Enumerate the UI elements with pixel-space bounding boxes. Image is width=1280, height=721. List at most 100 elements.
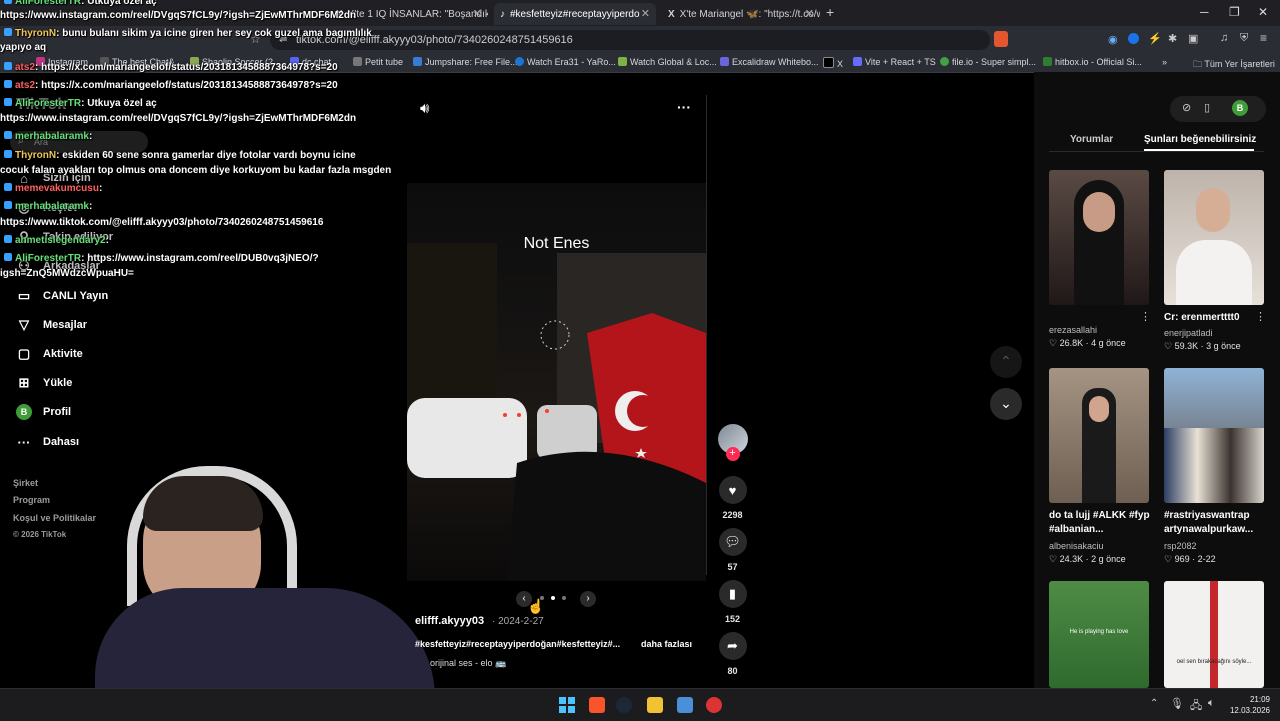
close-icon[interactable]: ✕	[641, 7, 650, 20]
microphone-icon[interactable]: 🎙︎	[1170, 697, 1184, 710]
more-caption-button[interactable]: daha fazlası	[641, 639, 692, 649]
video-card-thumbnail[interactable]: oel sen bırakacağını söyle...	[1164, 581, 1264, 688]
bookmark-item[interactable]: Vite + React + TS	[853, 57, 936, 67]
chat-text: https://www.instagram.com/reel/DVgqS7fCL…	[0, 10, 357, 21]
follow-plus-icon[interactable]: +	[725, 447, 740, 461]
avatar: B	[16, 404, 32, 420]
card-username[interactable]: enerjipatladi	[1164, 328, 1213, 338]
new-tab-icon[interactable]: +	[826, 4, 834, 20]
bookmark-item[interactable]: X	[823, 57, 843, 69]
post-photo[interactable]: Not Enes	[407, 183, 706, 581]
carousel-dot-active[interactable]	[551, 596, 555, 600]
video-card-thumbnail[interactable]: He is playing has Iove	[1049, 581, 1149, 688]
network-icon[interactable]: 🖧	[1190, 697, 1202, 716]
nav-messages[interactable]: ▽ Mesajlar	[16, 317, 87, 333]
bookmark-item[interactable]: hitbox.io - Official Si...	[1043, 57, 1142, 67]
chat-username: memevakumcusu	[15, 183, 99, 194]
card-title[interactable]: #rastriyaswantrap artynawalpurkaw...	[1164, 509, 1276, 537]
next-post-button[interactable]: ⌄	[990, 388, 1022, 420]
card-title[interactable]: Cr: erenmertttt0	[1164, 311, 1240, 325]
footer-link[interactable]: Koşul ve Politikalar	[13, 513, 96, 523]
bookmark-item[interactable]: file.io - Super simpl...	[940, 57, 1036, 67]
heart-icon: ♥	[718, 476, 747, 504]
close-icon[interactable]: ✕	[805, 7, 814, 20]
app-icon[interactable]	[677, 697, 693, 713]
tab-comments[interactable]: Yorumlar	[1070, 134, 1113, 145]
carousel-dot[interactable]	[562, 596, 566, 600]
card-more-icon[interactable]: ⋮	[1255, 310, 1266, 323]
more-options-icon[interactable]: ···	[677, 99, 691, 115]
windows-start-icon[interactable]	[559, 697, 575, 713]
bookmark-item[interactable]: Excalidraw Whitebo...	[720, 57, 819, 67]
steam-icon[interactable]	[616, 697, 632, 713]
video-card-thumbnail[interactable]	[1049, 368, 1149, 503]
chat-badge-icon	[4, 28, 12, 36]
more-bookmarks-icon[interactable]: »	[1162, 57, 1167, 67]
bookmark-item[interactable]: Petit tube	[353, 57, 403, 67]
sidebar-icon[interactable]: ▣	[1188, 32, 1198, 45]
tab-you-may-like[interactable]: Şunları beğenebilirsiniz	[1144, 134, 1256, 145]
browser-tab[interactable]: X X'te Mariangel 🦋: "https://t.co/w3b ✕	[662, 3, 820, 25]
nav-live[interactable]: ▭ CANLI Yayın	[16, 288, 108, 304]
minimize-icon[interactable]: ─	[1200, 5, 1209, 19]
nav-profile[interactable]: B Profil	[16, 404, 71, 420]
close-icon[interactable]: ✕	[473, 7, 482, 20]
extension-icon[interactable]: ⚡	[1148, 32, 1162, 45]
maximize-icon[interactable]: ❐	[1229, 5, 1240, 19]
device-icon[interactable]: ▯	[1204, 101, 1210, 114]
card-username[interactable]: rsp2082	[1164, 541, 1197, 551]
post-sound[interactable]: orijinal ses - elo 🚌	[430, 658, 506, 669]
divider	[706, 95, 707, 575]
card-title[interactable]: do ta lujj #ALKK #fyp #albanian...	[1049, 509, 1159, 537]
nav-activity[interactable]: ▢ Aktivite	[16, 346, 83, 362]
bookmark-item[interactable]: Watch Era31 - YaRo...	[515, 57, 616, 67]
volume-tray-icon[interactable]: 🔈︎	[1208, 697, 1215, 710]
next-photo-button[interactable]: ›	[580, 591, 596, 607]
author-avatar-button[interactable]: +	[716, 424, 749, 461]
nav-upload[interactable]: ⊞ Yükle	[16, 375, 73, 391]
post-author[interactable]: elifff.akyyy03	[415, 615, 484, 627]
save-button[interactable]: ▮ 152	[716, 580, 749, 624]
previous-post-button[interactable]: ⌃	[990, 346, 1022, 378]
chat-username: ats2	[15, 80, 36, 91]
app-icon[interactable]	[706, 697, 722, 713]
avatar[interactable]: B	[1232, 100, 1248, 116]
comment-button[interactable]: 💬︎ 57	[716, 528, 749, 572]
like-button[interactable]: ♥ 2298	[716, 476, 749, 520]
share-button[interactable]: ➦ 80	[716, 632, 749, 676]
browser-tab-active[interactable]: ♪ #kesfetteyiz#receptayyiperdo ✕	[494, 3, 656, 25]
video-card-thumbnail[interactable]	[1049, 170, 1149, 305]
music-icon[interactable]: ♫	[1220, 32, 1228, 44]
card-more-icon[interactable]: ⋮	[1140, 310, 1151, 323]
puzzle-icon[interactable]: ✱	[1168, 32, 1177, 45]
shield-icon[interactable]: ⛨	[1240, 32, 1248, 45]
footer-link[interactable]: Şirket	[13, 478, 38, 488]
more-icon: ···	[17, 434, 31, 450]
brave-shield-icon[interactable]	[994, 31, 1008, 47]
send-icon: ▽	[19, 317, 29, 332]
chat-message: cocuk falan ayakları top olmus ona donce…	[0, 165, 391, 176]
tray-chevron-icon[interactable]: ⌃	[1150, 698, 1158, 709]
extension-icon[interactable]: ◉	[1108, 33, 1118, 46]
tab-label: X'te 1 IQ İNSANLAR: "Boşandıktan so	[347, 8, 488, 20]
file-explorer-icon[interactable]	[647, 697, 663, 713]
card-username[interactable]: erezasallahi	[1049, 325, 1097, 335]
all-bookmarks[interactable]: 🗀 Tüm Yer İşaretleri	[1193, 57, 1275, 73]
vpn-icon[interactable]	[1128, 33, 1139, 44]
pip-icon[interactable]: ⊘	[1182, 101, 1191, 114]
close-window-icon[interactable]: ✕	[1258, 5, 1268, 19]
bookmark-item[interactable]: Watch Global & Loc...	[618, 57, 717, 67]
menu-icon[interactable]: ≡	[1260, 31, 1267, 45]
mouse-cursor: ☝	[527, 598, 545, 614]
thumbnail-caption: oel sen bırakacağını söyle...	[1176, 659, 1252, 665]
card-username[interactable]: albenisakaciu	[1049, 541, 1104, 551]
brave-icon[interactable]	[589, 697, 605, 713]
bookmark-item[interactable]: Jumpshare: Free File...	[413, 57, 518, 67]
volume-icon[interactable]: 🔊︎	[420, 100, 429, 117]
url-field[interactable]: ⇌ tiktok.com/@elifff.akyyy03/photo/73402…	[270, 30, 1008, 50]
video-card-thumbnail[interactable]	[1164, 170, 1264, 305]
clock[interactable]: 21:09 12.03.2026	[1226, 694, 1270, 716]
footer-link[interactable]: Program	[13, 495, 50, 505]
video-card-thumbnail[interactable]	[1164, 368, 1264, 503]
nav-more[interactable]: ··· Dahası	[16, 434, 80, 450]
